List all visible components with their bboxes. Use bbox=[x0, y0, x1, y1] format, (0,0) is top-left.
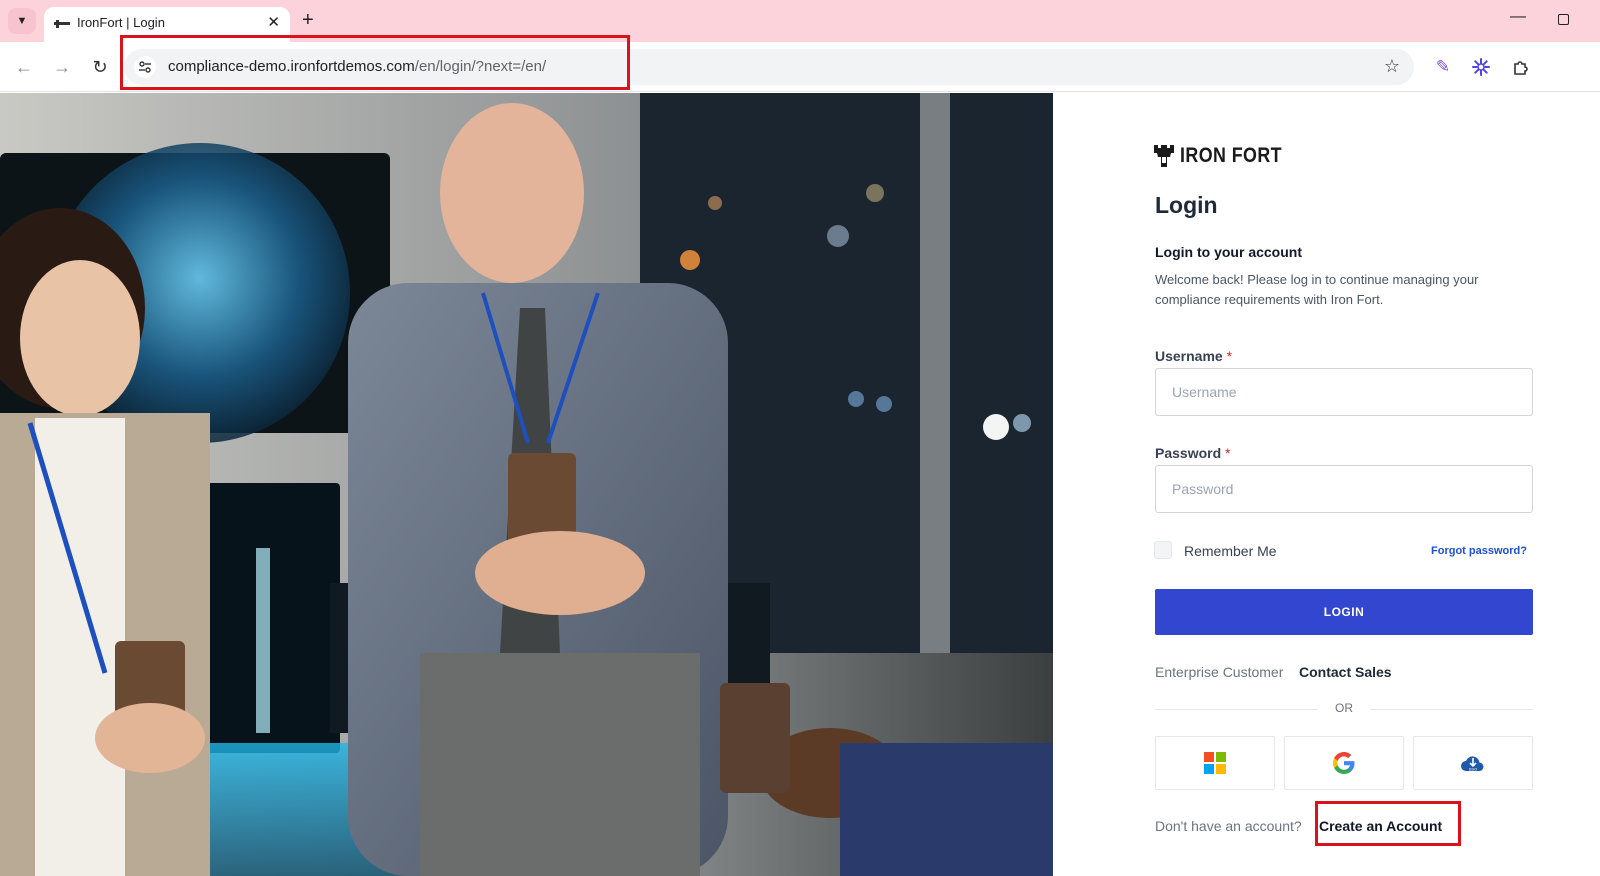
username-input[interactable] bbox=[1155, 368, 1533, 416]
login-button[interactable]: LOGIN bbox=[1155, 589, 1533, 635]
page-title: Login bbox=[1155, 192, 1218, 218]
sso-cloud-icon: SSO bbox=[1461, 756, 1484, 772]
url-highlight-box bbox=[120, 35, 630, 90]
google-login-button[interactable] bbox=[1284, 736, 1404, 790]
brand-name: IRON FORT bbox=[1180, 144, 1282, 167]
create-account-highlight-box bbox=[1315, 801, 1461, 846]
ai-extension-icon[interactable] bbox=[1470, 56, 1492, 78]
favicon-icon bbox=[54, 20, 70, 28]
username-label: Username * bbox=[1155, 348, 1232, 364]
welcome-text: Welcome back! Please log in to continue … bbox=[1155, 272, 1479, 307]
close-icon[interactable]: ✕ bbox=[267, 13, 280, 31]
google-icon bbox=[1333, 752, 1355, 774]
divider-left bbox=[1155, 709, 1318, 710]
puzzle-icon[interactable] bbox=[1510, 56, 1532, 78]
divider-right bbox=[1370, 709, 1533, 710]
password-label: Password * bbox=[1155, 445, 1230, 461]
pen-extension-icon[interactable]: ✎ bbox=[1432, 56, 1454, 78]
office-scene-illustration bbox=[0, 93, 1053, 876]
tab-title: IronFort | Login bbox=[77, 15, 165, 30]
username-label-text: Username bbox=[1155, 348, 1223, 364]
tab-search-button[interactable]: ▼ bbox=[8, 8, 36, 34]
maximize-icon[interactable] bbox=[1558, 14, 1569, 25]
password-label-text: Password bbox=[1155, 445, 1222, 461]
required-mark: * bbox=[1225, 445, 1231, 461]
microsoft-login-button[interactable] bbox=[1155, 736, 1275, 790]
no-account-text: Don't have an account? bbox=[1155, 818, 1302, 834]
minimize-icon[interactable]: — bbox=[1510, 8, 1526, 26]
back-arrow-icon[interactable]: ← bbox=[12, 55, 36, 79]
remember-me-label[interactable]: Remember Me bbox=[1184, 543, 1277, 559]
reload-icon[interactable]: ↻ bbox=[88, 55, 112, 79]
microsoft-icon bbox=[1204, 752, 1226, 774]
plus-icon[interactable]: + bbox=[302, 9, 314, 31]
required-mark: * bbox=[1226, 348, 1233, 364]
contact-sales-link[interactable]: Contact Sales bbox=[1299, 664, 1392, 680]
sso-badge-text: SSO bbox=[1469, 767, 1477, 772]
sso-login-button[interactable]: SSO bbox=[1413, 736, 1533, 790]
remember-me-checkbox[interactable] bbox=[1154, 541, 1172, 559]
chevron-down-icon: ▼ bbox=[16, 15, 28, 27]
forward-arrow-icon[interactable]: → bbox=[50, 55, 74, 79]
forgot-password-link[interactable]: Forgot password? bbox=[1431, 545, 1527, 557]
brand-logo: IRON FORT bbox=[1154, 144, 1300, 168]
password-input[interactable] bbox=[1155, 465, 1533, 513]
hero-photo bbox=[0, 93, 1053, 876]
enterprise-customer-text: Enterprise Customer bbox=[1155, 664, 1284, 680]
star-icon[interactable]: ☆ bbox=[1384, 56, 1400, 77]
login-subtitle: Login to your account bbox=[1155, 244, 1302, 260]
iron-fort-logo-icon bbox=[1154, 145, 1174, 167]
or-divider-text: OR bbox=[1335, 701, 1353, 715]
